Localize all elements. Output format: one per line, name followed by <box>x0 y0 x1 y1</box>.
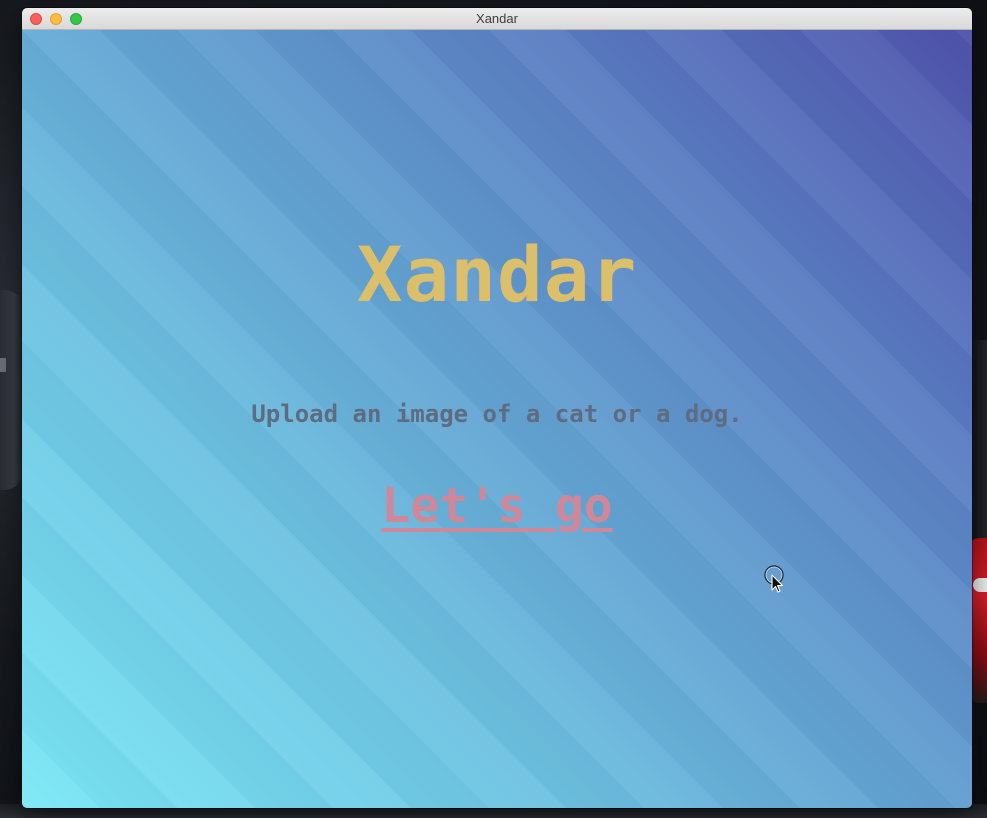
page-title: Xandar <box>356 230 638 319</box>
pointer-cursor-icon <box>764 565 784 593</box>
window-title: Xandar <box>476 11 518 26</box>
desktop-wallpaper-detail <box>0 358 6 372</box>
window-titlebar[interactable]: Xandar <box>22 8 972 30</box>
page-subtitle: Upload an image of a cat or a dog. <box>251 400 743 428</box>
desktop-wallpaper-car-light <box>973 578 987 592</box>
lets-go-link[interactable]: Let's go <box>381 478 612 534</box>
app-window: Xandar Xandar Upload an image of a cat o… <box>22 8 972 808</box>
desktop-wallpaper-left <box>0 290 24 490</box>
cta-container: Let's go <box>22 478 972 534</box>
main-content: Xandar Upload an image of a cat or a dog… <box>22 30 972 808</box>
